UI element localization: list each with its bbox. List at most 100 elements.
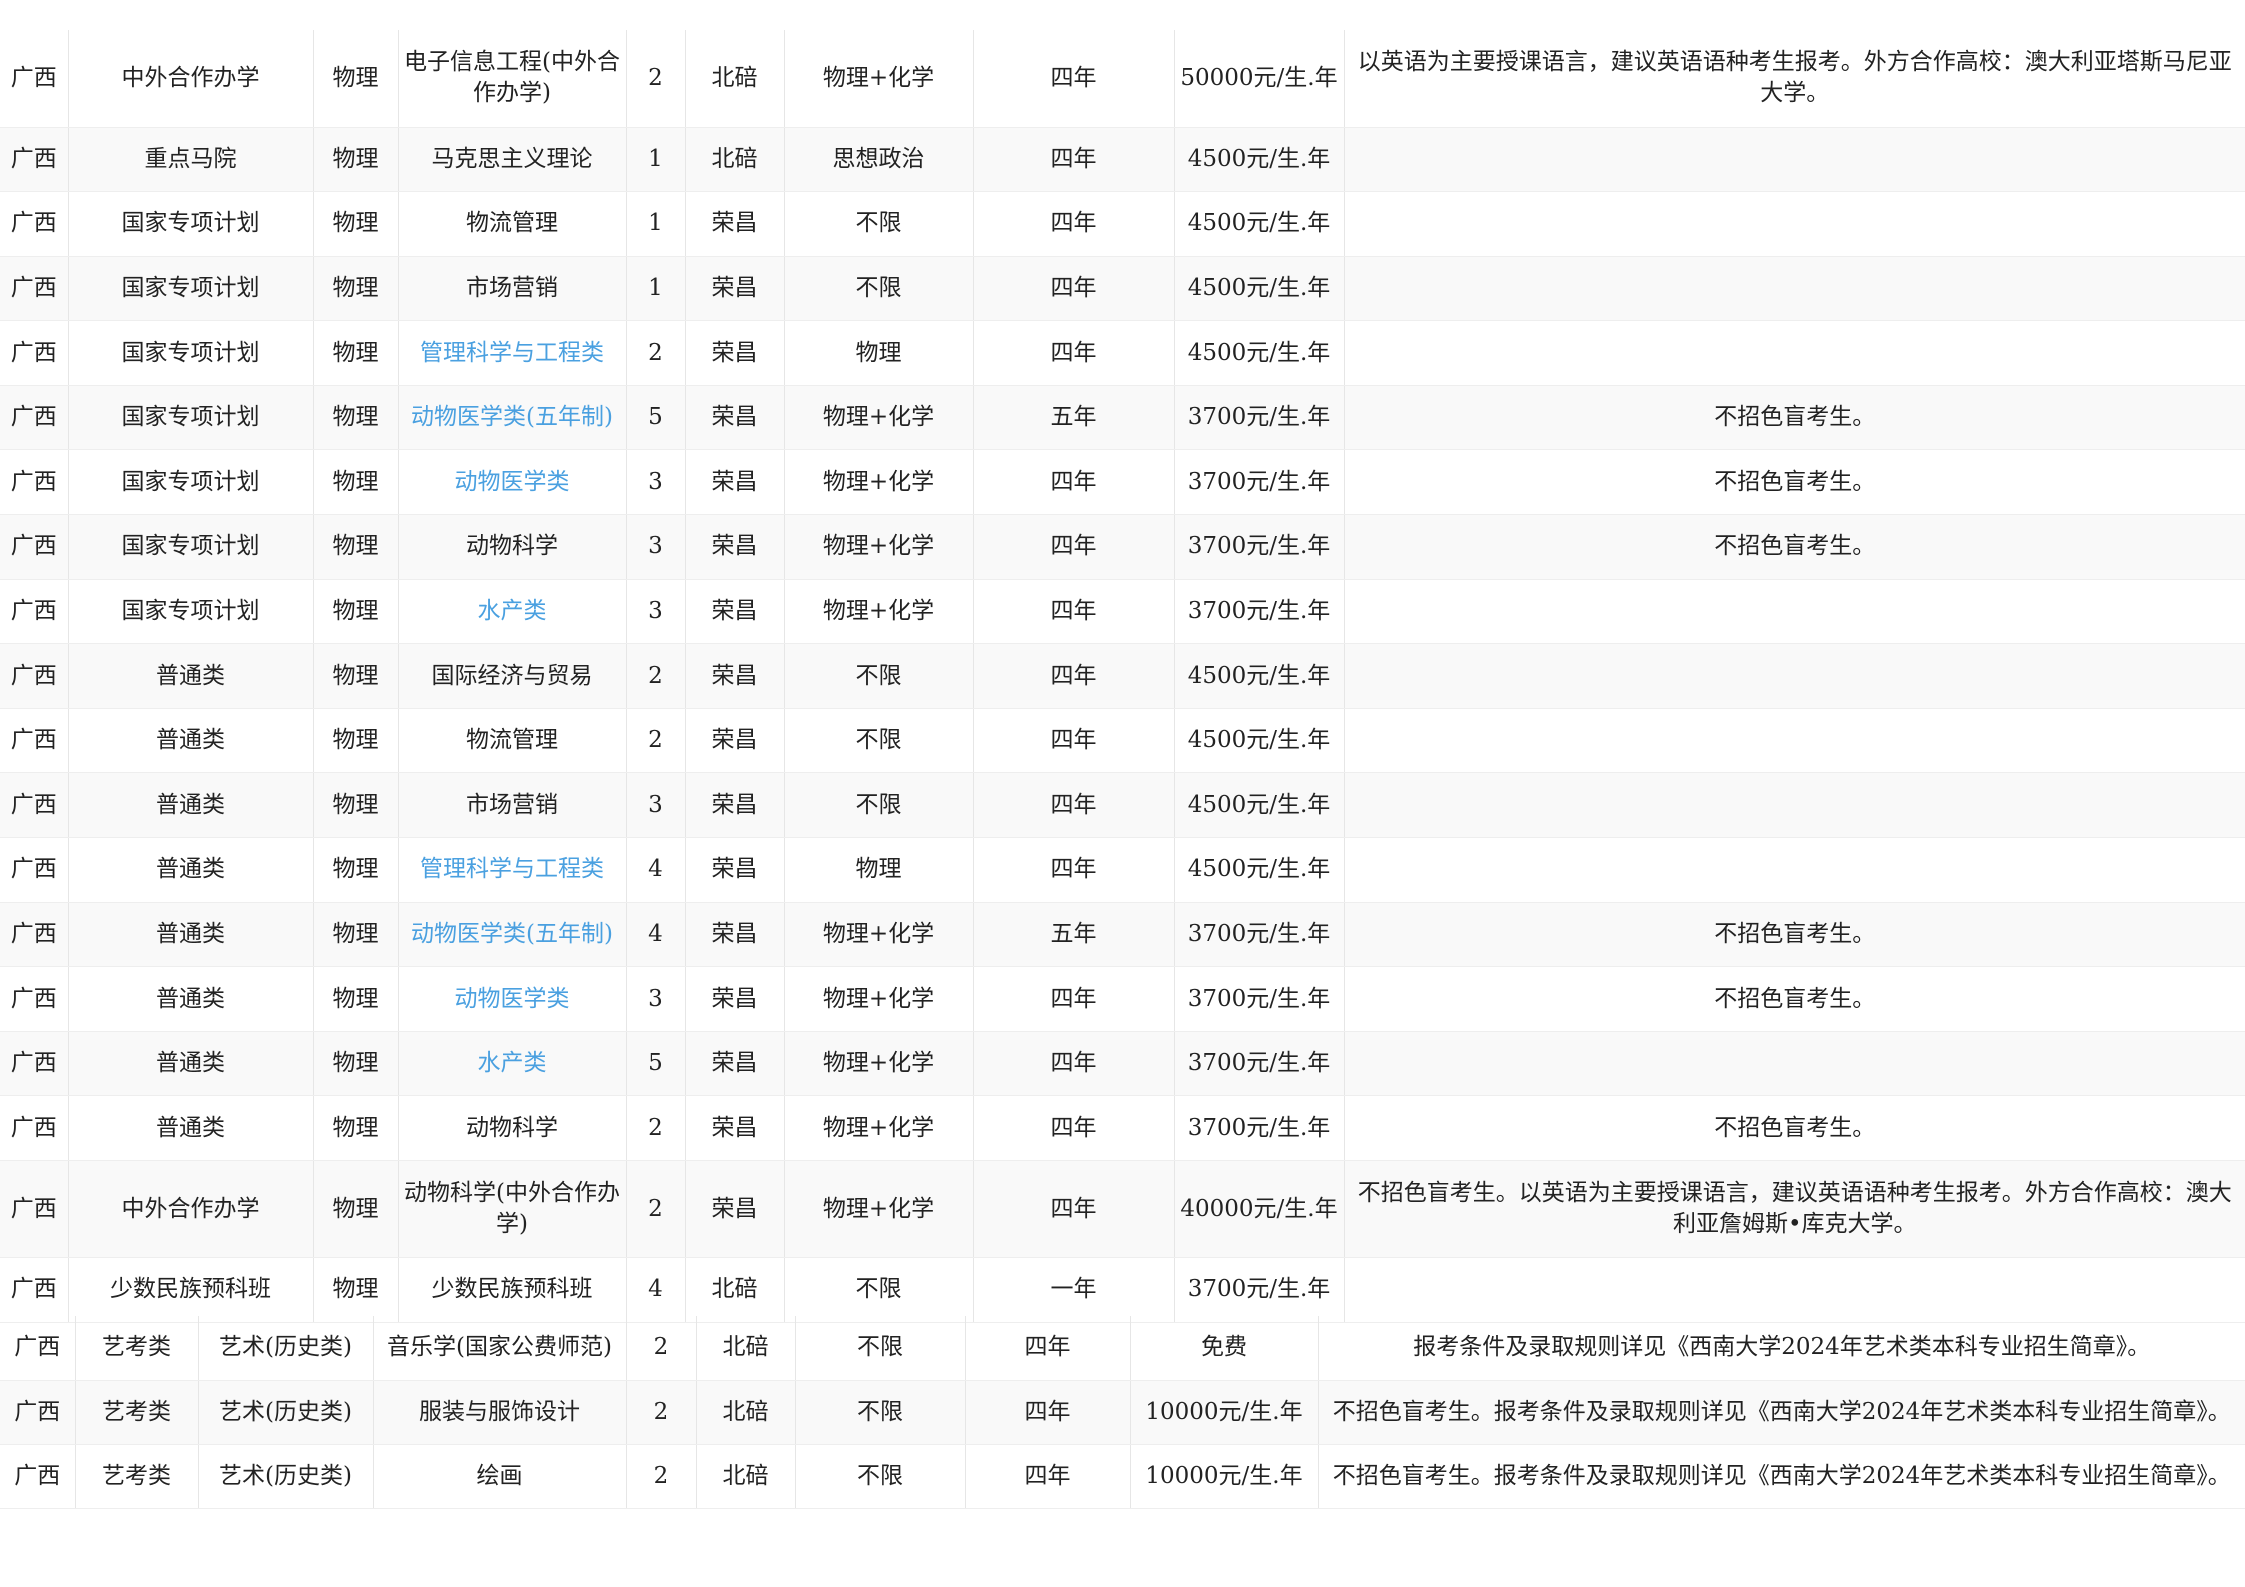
subject-cell: 艺术(历史类) bbox=[198, 1444, 374, 1509]
batch-cell: 普通类 bbox=[68, 966, 314, 1032]
subject-cell: 物理 bbox=[313, 30, 399, 128]
province-cell: 广西 bbox=[0, 643, 69, 709]
quota-cell: 2 bbox=[626, 1095, 686, 1161]
province-cell: 广西 bbox=[0, 385, 69, 451]
required-subjects-cell: 物理 bbox=[784, 320, 974, 386]
table-row: 广西 中外合作办学 物理 电子信息工程(中外合作办学) 2 北碚 物理+化学 四年 50000元… bbox=[0, 30, 2245, 128]
batch-cell: 艺考类 bbox=[75, 1316, 199, 1381]
table-row: 广西 国家专项计划 物理 动物科学 3 荣昌 物理+化学 四年 3700元/生.年 不招色盲考生。 bbox=[0, 514, 2245, 580]
batch-cell: 国家专项计划 bbox=[68, 449, 314, 516]
tuition-cell: 4500元/生.年 bbox=[1174, 191, 1345, 257]
tuition-cell: 4500元/生.年 bbox=[1174, 320, 1345, 386]
major-link[interactable]: 动物医学类 bbox=[455, 986, 570, 1012]
duration-cell: 四年 bbox=[973, 256, 1175, 322]
campus-cell: 荣昌 bbox=[685, 1095, 785, 1161]
table-row: 广西 普通类 物理 管理科学与工程类 4 荣昌 物理 四年 4500元/生.年 bbox=[0, 837, 2245, 903]
table-row: 广西 普通类 物理 动物医学类 3 荣昌 物理+化学 四年 3700元/生.年 不招色盲考生。 bbox=[0, 966, 2245, 1032]
tuition-cell: 4500元/生.年 bbox=[1174, 643, 1345, 709]
duration-cell: 四年 bbox=[973, 320, 1175, 386]
remarks-cell: 不招色盲考生。 bbox=[1344, 902, 2245, 968]
major-cell: 水产类 bbox=[398, 579, 627, 645]
campus-cell: 荣昌 bbox=[685, 966, 785, 1032]
campus-cell: 荣昌 bbox=[685, 1160, 785, 1258]
table-row: 广西 普通类 物理 物流管理 2 荣昌 不限 四年 4500元/生.年 bbox=[0, 708, 2245, 774]
subject-cell: 物理 bbox=[313, 1095, 399, 1161]
major-link[interactable]: 动物医学类 bbox=[455, 469, 570, 495]
subject-cell: 物理 bbox=[313, 1031, 399, 1097]
quota-cell: 4 bbox=[626, 837, 686, 903]
remarks-cell: 不招色盲考生。 bbox=[1344, 514, 2245, 580]
province-cell: 广西 bbox=[0, 514, 69, 580]
tuition-cell: 3700元/生.年 bbox=[1174, 514, 1345, 580]
major-cell: 少数民族预科班 bbox=[398, 1257, 627, 1323]
major-cell: 动物医学类 bbox=[398, 966, 627, 1032]
campus-cell: 荣昌 bbox=[685, 643, 785, 709]
remarks-cell: 不招色盲考生。 bbox=[1344, 966, 2245, 1032]
quota-cell: 1 bbox=[626, 127, 686, 193]
major-cell: 服装与服饰设计 bbox=[373, 1380, 627, 1445]
quota-cell: 2 bbox=[626, 1160, 686, 1258]
major-link[interactable]: 动物医学类(五年制) bbox=[411, 921, 613, 947]
batch-cell: 国家专项计划 bbox=[68, 256, 314, 322]
major-link[interactable]: 动物医学类(五年制) bbox=[411, 404, 613, 430]
major-cell: 电子信息工程(中外合作办学) bbox=[398, 30, 627, 128]
table-row: 广西 艺考类 艺术(历史类) 服装与服饰设计 2 北碚 不限 四年 10000元/生.年 不招色盲… bbox=[0, 1380, 2245, 1445]
batch-cell: 国家专项计划 bbox=[68, 385, 314, 451]
duration-cell: 四年 bbox=[973, 191, 1175, 257]
tuition-cell: 3700元/生.年 bbox=[1174, 1095, 1345, 1161]
table-row: 广西 重点马院 物理 马克思主义理论 1 北碚 思想政治 四年 4500元/生.年 bbox=[0, 127, 2245, 193]
campus-cell: 北碚 bbox=[696, 1316, 796, 1381]
quota-cell: 2 bbox=[626, 1316, 697, 1381]
duration-cell: 四年 bbox=[973, 127, 1175, 193]
major-cell: 动物科学 bbox=[398, 1095, 627, 1161]
quota-cell: 3 bbox=[626, 966, 686, 1032]
remarks-cell: 以英语为主要授课语言，建议英语语种考生报考。外方合作高校：澳大利亚塔斯马尼亚大学… bbox=[1344, 30, 2245, 128]
table-row: 广西 中外合作办学 物理 动物科学(中外合作办学) 2 荣昌 物理+化学 四年 40000元/生… bbox=[0, 1160, 2245, 1258]
quota-cell: 2 bbox=[626, 1444, 697, 1509]
campus-cell: 荣昌 bbox=[685, 449, 785, 516]
major-cell: 管理科学与工程类 bbox=[398, 320, 627, 386]
duration-cell: 四年 bbox=[973, 1160, 1175, 1258]
required-subjects-cell: 不限 bbox=[784, 1257, 974, 1323]
batch-cell: 艺考类 bbox=[75, 1380, 199, 1445]
province-cell: 广西 bbox=[0, 772, 69, 839]
batch-cell: 普通类 bbox=[68, 1095, 314, 1161]
major-cell: 动物科学 bbox=[398, 514, 627, 580]
table-row: 广西 普通类 物理 国际经济与贸易 2 荣昌 不限 四年 4500元/生.年 bbox=[0, 643, 2245, 709]
tuition-cell: 3700元/生.年 bbox=[1174, 902, 1345, 968]
subject-cell: 物理 bbox=[313, 449, 399, 516]
major-link[interactable]: 管理科学与工程类 bbox=[420, 856, 604, 882]
batch-cell: 国家专项计划 bbox=[68, 191, 314, 257]
major-link[interactable]: 水产类 bbox=[478, 1050, 547, 1076]
quota-cell: 2 bbox=[626, 1380, 697, 1445]
tuition-cell: 4500元/生.年 bbox=[1174, 256, 1345, 322]
major-cell: 水产类 bbox=[398, 1031, 627, 1097]
quota-cell: 2 bbox=[626, 30, 686, 128]
province-cell: 广西 bbox=[0, 1031, 69, 1097]
campus-cell: 荣昌 bbox=[685, 320, 785, 386]
table-row: 广西 国家专项计划 物理 动物医学类(五年制) 5 荣昌 物理+化学 五年 3700元/生.年不… bbox=[0, 385, 2245, 451]
province-cell: 广西 bbox=[0, 708, 69, 774]
remarks-cell bbox=[1344, 837, 2245, 903]
major-cell: 动物医学类(五年制) bbox=[398, 385, 627, 451]
required-subjects-cell: 不限 bbox=[795, 1380, 966, 1445]
duration-cell: 一年 bbox=[973, 1257, 1175, 1323]
major-link[interactable]: 管理科学与工程类 bbox=[420, 340, 604, 366]
major-link[interactable]: 水产类 bbox=[478, 598, 547, 624]
quota-cell: 2 bbox=[626, 708, 686, 774]
batch-cell: 重点马院 bbox=[68, 127, 314, 193]
subject-cell: 物理 bbox=[313, 1160, 399, 1258]
remarks-cell: 不招色盲考生。报考条件及录取规则详见《西南大学2024年艺术类本科专业招生简章》… bbox=[1318, 1444, 2245, 1509]
required-subjects-cell: 物理+化学 bbox=[784, 1160, 974, 1258]
subject-cell: 物理 bbox=[313, 902, 399, 968]
tuition-cell: 3700元/生.年 bbox=[1174, 1257, 1345, 1323]
batch-cell: 国家专项计划 bbox=[68, 579, 314, 645]
province-cell: 广西 bbox=[0, 1444, 76, 1509]
major-cell: 动物医学类 bbox=[398, 449, 627, 516]
subject-cell: 物理 bbox=[313, 708, 399, 774]
major-cell: 马克思主义理论 bbox=[398, 127, 627, 193]
subject-cell: 物理 bbox=[313, 579, 399, 645]
document-page: 广西 中外合作办学 物理 电子信息工程(中外合作办学) 2 北碚 物理+化学 四年 50000元… bbox=[0, 0, 2245, 1587]
batch-cell: 普通类 bbox=[68, 837, 314, 903]
campus-cell: 荣昌 bbox=[685, 256, 785, 322]
